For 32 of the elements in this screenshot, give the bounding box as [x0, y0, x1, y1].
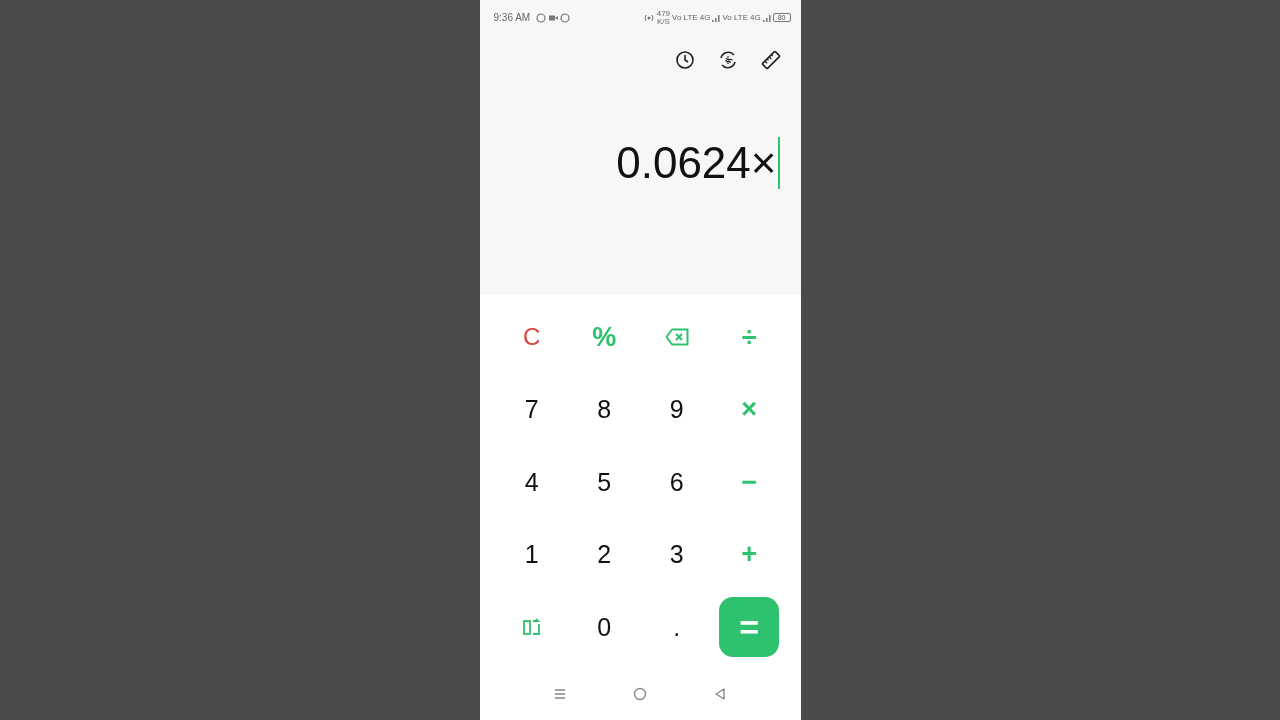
hotspot-icon — [642, 12, 655, 23]
volte-label: Vo LTE — [672, 13, 698, 22]
network-type: 4G — [750, 13, 761, 22]
expression-display: 0.0624× — [616, 137, 777, 189]
ruler-icon[interactable] — [760, 50, 781, 70]
digit-key[interactable]: 2 — [584, 534, 625, 575]
digit-key[interactable]: 0 — [584, 607, 625, 648]
volte-label: Vo LTE — [722, 13, 749, 22]
menu-icon[interactable] — [553, 687, 567, 701]
notification-icons — [536, 12, 571, 23]
status-time: 9:36 AM — [493, 12, 531, 23]
digit-key[interactable]: 6 — [656, 462, 697, 503]
signal-icon — [712, 13, 721, 22]
digit-key[interactable]: 3 — [656, 534, 697, 575]
backspace-icon[interactable] — [664, 328, 689, 347]
speed-value: 479 K/S — [656, 9, 671, 26]
digit-key[interactable]: 9 — [656, 389, 697, 430]
digit-key[interactable]: 8 — [584, 389, 625, 430]
network-type: 4G — [699, 13, 711, 22]
signal-icon — [762, 13, 771, 22]
history-icon[interactable] — [674, 50, 695, 70]
digit-key[interactable]: . — [656, 607, 697, 648]
currency-convert-icon[interactable] — [717, 50, 738, 70]
text-cursor — [777, 137, 780, 189]
rotate-icon[interactable] — [522, 618, 541, 637]
digit-key[interactable]: 1 — [511, 534, 552, 575]
home-icon[interactable] — [633, 687, 647, 701]
digit-key[interactable]: 4 — [511, 462, 552, 503]
digit-key[interactable]: 7 — [511, 389, 552, 430]
digit-key[interactable]: 5 — [584, 462, 625, 503]
clear-key[interactable]: C — [511, 317, 552, 358]
back-icon[interactable] — [713, 687, 727, 701]
